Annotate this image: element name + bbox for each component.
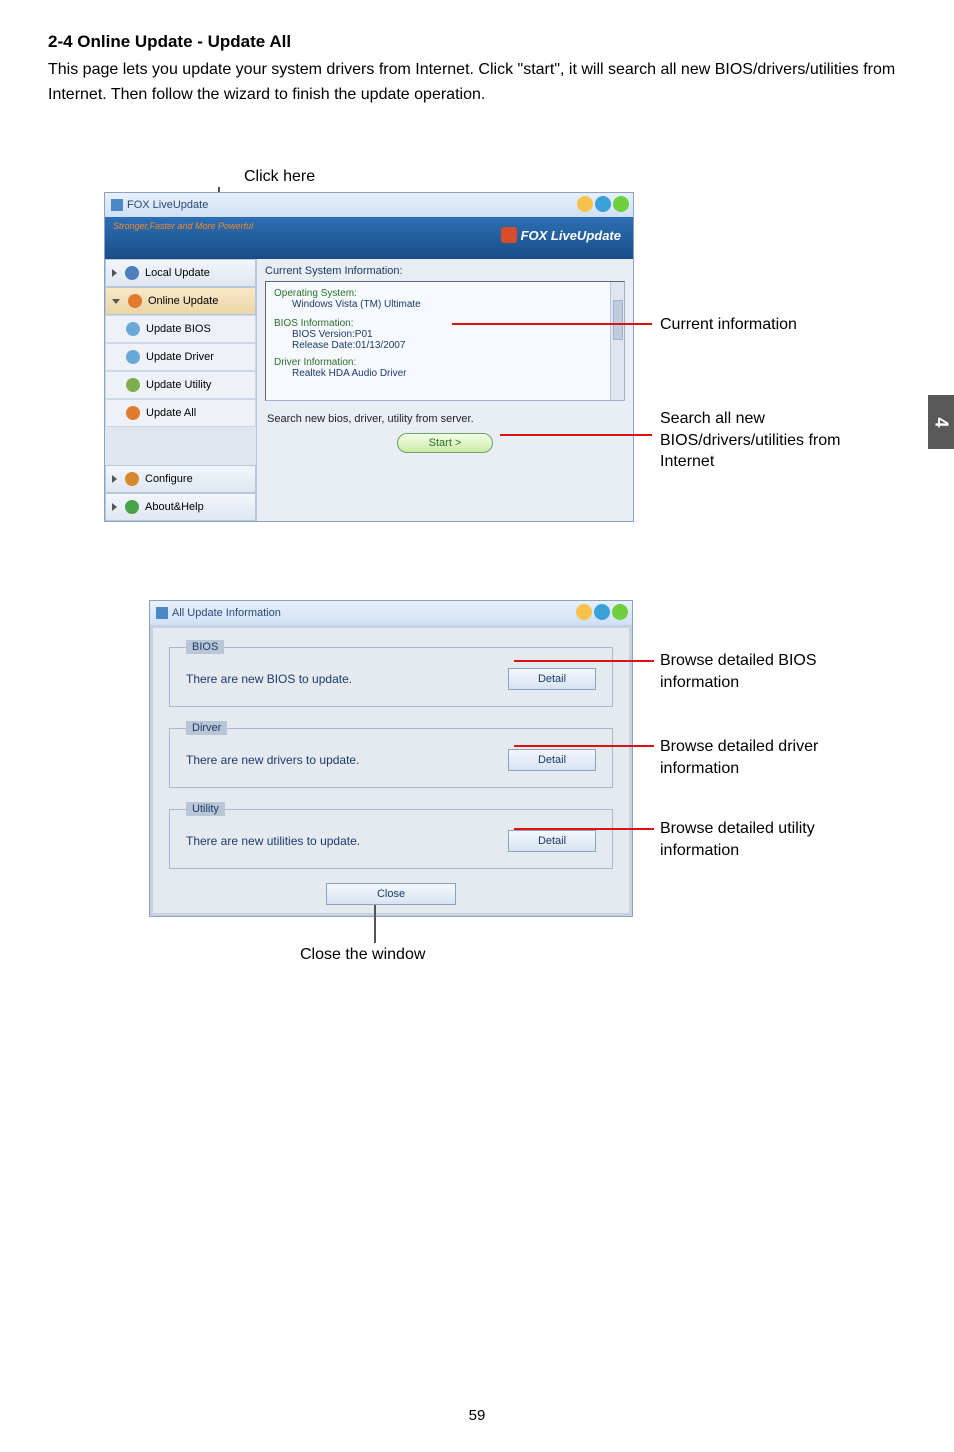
screenshot-update-info: All Update Information BIOS There are ne…	[149, 600, 633, 917]
banner-brand: FOX LiveUpdate	[501, 227, 621, 243]
bios-version: BIOS Version:P01	[292, 329, 616, 340]
annotation-browse-bios: Browse detailed BIOS information	[660, 650, 860, 693]
section-body: This page lets you update your system dr…	[48, 58, 906, 108]
annotation-browse-driver: Browse detailed driver information	[660, 736, 860, 779]
sidebar: Local Update Online Update Update BIOS U…	[105, 259, 257, 521]
window-controls	[577, 196, 629, 212]
update-all-icon	[126, 406, 140, 420]
sidebar-item-label: Update All	[146, 407, 196, 419]
driver-status-text: There are new drivers to update.	[186, 753, 359, 767]
window-controls	[576, 604, 628, 620]
configure-icon	[125, 472, 139, 486]
sidebar-item-configure[interactable]: Configure	[105, 465, 256, 493]
annotation-browse-utility: Browse detailed utility information	[660, 818, 860, 861]
bios-legend: BIOS	[186, 640, 224, 654]
sidebar-item-update-driver[interactable]: Update Driver	[105, 343, 256, 371]
driver-legend: Dirver	[186, 721, 227, 735]
screenshot-liveupdate: FOX LiveUpdate Stronger,Faster and More …	[104, 192, 634, 522]
sidebar-item-online-update[interactable]: Online Update	[105, 287, 256, 315]
sidebar-item-update-bios[interactable]: Update BIOS	[105, 315, 256, 343]
annotation-line	[514, 828, 654, 830]
chapter-tab: 4	[928, 395, 954, 449]
start-button[interactable]: Start >	[397, 433, 493, 453]
sidebar-item-label: Online Update	[148, 295, 218, 307]
os-value: Windows Vista (TM) Ultimate	[292, 299, 616, 310]
maximize-icon[interactable]	[595, 196, 611, 212]
update-driver-icon	[126, 350, 140, 364]
update-bios-icon	[126, 322, 140, 336]
annotation-current-info: Current information	[660, 314, 797, 336]
click-here-callout: Click here	[244, 168, 315, 186]
bios-status-text: There are new BIOS to update.	[186, 672, 352, 686]
utility-group: Utility There are new utilities to updat…	[169, 802, 613, 869]
scrollbar[interactable]	[610, 282, 624, 400]
annotation-line	[500, 434, 652, 436]
driver-detail-button[interactable]: Detail	[508, 749, 596, 771]
main-pane: Current System Information: Operating Sy…	[257, 259, 633, 521]
maximize-icon[interactable]	[594, 604, 610, 620]
bios-detail-button[interactable]: Detail	[508, 668, 596, 690]
annotation-line	[452, 323, 652, 325]
sidebar-item-local-update[interactable]: Local Update	[105, 259, 256, 287]
search-caption: Search new bios, driver, utility from se…	[267, 413, 625, 425]
os-heading: Operating System:	[274, 288, 616, 299]
section-heading: 2-4 Online Update - Update All	[48, 32, 906, 52]
chevron-right-icon	[112, 269, 117, 277]
sidebar-item-about[interactable]: About&Help	[105, 493, 256, 521]
banner-slogan: Stronger,Faster and More Powerful	[113, 221, 253, 231]
help-icon	[125, 500, 139, 514]
sidebar-item-update-utility[interactable]: Update Utility	[105, 371, 256, 399]
sidebar-item-label: Update Utility	[146, 379, 211, 391]
annotation-search: Search all new BIOS/drivers/utilities fr…	[660, 408, 870, 473]
bios-release: Release Date:01/13/2007	[292, 340, 616, 351]
driver-group: Dirver There are new drivers to update. …	[169, 721, 613, 788]
chevron-right-icon	[112, 475, 117, 483]
driver-value: Realtek HDA Audio Driver	[292, 368, 616, 379]
utility-status-text: There are new utilities to update.	[186, 834, 360, 848]
app-icon	[111, 199, 123, 211]
scroll-thumb[interactable]	[613, 300, 623, 340]
close-button[interactable]: Close	[326, 883, 456, 905]
close-window-callout: Close the window	[300, 946, 425, 964]
window-title: FOX LiveUpdate	[127, 199, 208, 211]
utility-legend: Utility	[186, 802, 225, 816]
fox-icon	[501, 227, 517, 243]
sidebar-item-label: Local Update	[145, 267, 210, 279]
sidebar-item-update-all[interactable]: Update All	[105, 399, 256, 427]
sidebar-item-label: Configure	[145, 473, 193, 485]
minimize-icon[interactable]	[577, 196, 593, 212]
window-title: All Update Information	[172, 607, 281, 619]
chevron-right-icon	[112, 503, 117, 511]
close-pointer	[374, 905, 376, 943]
system-info-box: Operating System: Windows Vista (TM) Ult…	[265, 281, 625, 401]
local-update-icon	[125, 266, 139, 280]
app-banner: Stronger,Faster and More Powerful FOX Li…	[105, 217, 633, 259]
driver-heading: Driver Information:	[274, 357, 616, 368]
app-icon	[156, 607, 168, 619]
close-icon[interactable]	[613, 196, 629, 212]
window-titlebar: All Update Information	[150, 601, 632, 625]
sidebar-item-label: Update Driver	[146, 351, 214, 363]
bios-group: BIOS There are new BIOS to update. Detai…	[169, 640, 613, 707]
utility-detail-button[interactable]: Detail	[508, 830, 596, 852]
page-number: 59	[0, 1407, 954, 1424]
chevron-down-icon	[112, 299, 120, 304]
online-update-icon	[128, 294, 142, 308]
update-utility-icon	[126, 378, 140, 392]
close-icon[interactable]	[612, 604, 628, 620]
sidebar-item-label: About&Help	[145, 501, 204, 513]
info-heading: Current System Information:	[265, 265, 625, 277]
minimize-icon[interactable]	[576, 604, 592, 620]
sidebar-item-label: Update BIOS	[146, 323, 211, 335]
annotation-line	[514, 660, 654, 662]
window-titlebar: FOX LiveUpdate	[105, 193, 633, 217]
annotation-line	[514, 745, 654, 747]
